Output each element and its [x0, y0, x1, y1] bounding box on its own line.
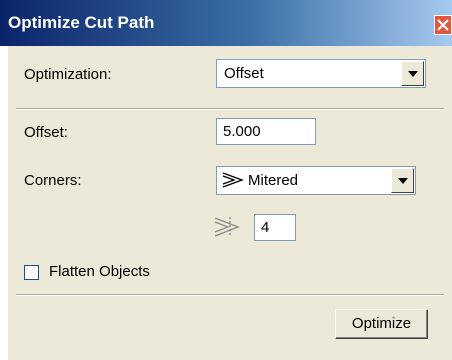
offset-input[interactable]: 5.000: [216, 118, 316, 145]
flatten-objects-label[interactable]: Flatten Objects: [49, 263, 150, 280]
divider-top: [16, 108, 444, 110]
optimization-dropdown-button[interactable]: [401, 61, 424, 86]
corners-dropdown-button[interactable]: [391, 168, 414, 193]
optimize-cut-path-dialog: Optimize Cut Path Optimization: Offset O…: [0, 0, 452, 360]
close-button[interactable]: [434, 15, 452, 35]
title-bar[interactable]: Optimize Cut Path: [0, 0, 452, 46]
miter-limit-icon: [214, 217, 240, 237]
optimization-label: Optimization:: [24, 66, 112, 83]
optimization-select[interactable]: Offset: [216, 59, 426, 88]
corners-value: Mitered: [248, 172, 299, 189]
dialog-title: Optimize Cut Path: [8, 13, 155, 32]
chevron-down-icon: [398, 178, 408, 184]
close-icon: [437, 19, 449, 31]
optimization-value: Offset: [224, 65, 264, 82]
offset-label: Offset:: [24, 124, 68, 141]
corners-label: Corners:: [24, 172, 82, 189]
chevron-down-icon: [408, 71, 418, 77]
corners-select[interactable]: Mitered: [216, 166, 416, 195]
mitered-corner-icon: [222, 172, 244, 188]
divider-bottom: [16, 294, 444, 296]
optimize-button[interactable]: Optimize: [335, 309, 428, 339]
dialog-body: Optimization: Offset Offset: 5.000 Corne…: [8, 46, 452, 360]
miter-limit-input[interactable]: 4: [254, 214, 296, 241]
flatten-objects-checkbox[interactable]: [24, 265, 39, 280]
